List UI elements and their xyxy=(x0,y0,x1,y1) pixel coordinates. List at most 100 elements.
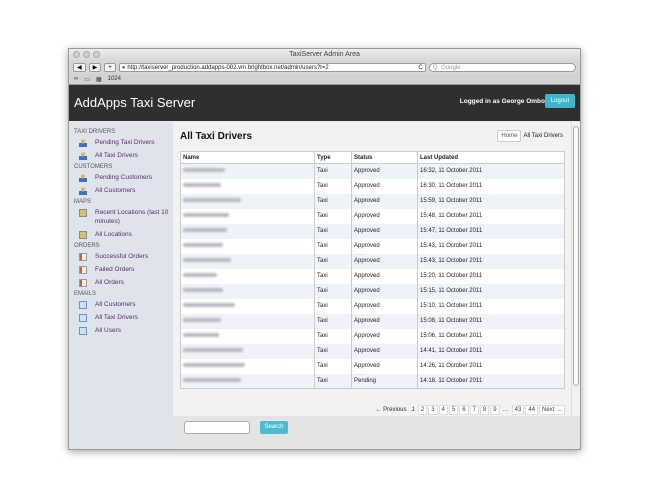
cell-status: Pending xyxy=(351,373,418,389)
cell-status: Approved xyxy=(351,208,418,224)
scrollbar-thumb[interactable] xyxy=(573,126,579,386)
table-row[interactable]: Taxi Approved 15:43, 11 October 2011 xyxy=(180,238,565,254)
table-row[interactable]: Taxi Approved 16:30, 11 October 2011 xyxy=(180,178,565,194)
map-icon xyxy=(79,209,87,217)
cell-status: Approved xyxy=(351,268,418,284)
cell-last-updated: 15:10, 11 October 2011 xyxy=(417,298,565,314)
window-controls[interactable] xyxy=(73,51,100,58)
sidebar-item[interactable]: Pending Taxi Drivers xyxy=(69,138,173,147)
table-row[interactable]: Taxi Approved 15:06, 11 October 2011 xyxy=(180,328,565,344)
sidebar-item[interactable]: All Taxi Drivers xyxy=(69,313,173,322)
page-link[interactable]: 7 xyxy=(469,405,479,415)
cell-last-updated: 15:15, 11 October 2011 xyxy=(417,283,565,299)
table-row[interactable]: Taxi Approved 15:59, 11 October 2011 xyxy=(180,193,565,209)
page-link[interactable]: 6 xyxy=(459,405,469,415)
breadcrumb-home[interactable]: Home xyxy=(497,130,522,142)
column-status[interactable]: Status xyxy=(351,151,418,164)
table-row[interactable]: Taxi Approved 14:26, 11 October 2011 xyxy=(180,358,565,374)
next-page[interactable]: Next → xyxy=(538,405,565,415)
redacted-name xyxy=(183,168,225,173)
sidebar-item[interactable]: Pending Customers xyxy=(69,173,173,182)
table-row[interactable]: Taxi Approved 15:08, 11 October 2011 xyxy=(180,313,565,329)
page-link[interactable]: 5 xyxy=(448,405,459,415)
forward-button[interactable]: ▶ xyxy=(88,63,102,72)
logout-button[interactable]: Logout xyxy=(545,94,575,108)
cell-name xyxy=(180,373,315,389)
back-button[interactable]: ◀ xyxy=(73,63,86,72)
close-button[interactable] xyxy=(73,51,80,58)
table-row[interactable]: Taxi Approved 15:15, 11 October 2011 xyxy=(180,283,565,299)
browser-search-input[interactable]: Q· Google xyxy=(428,63,576,72)
cell-status: Approved xyxy=(351,253,418,269)
cell-name xyxy=(180,223,315,239)
cell-last-updated: 14:26, 11 October 2011 xyxy=(417,358,565,374)
cell-name xyxy=(180,298,315,314)
scrollbar[interactable] xyxy=(571,122,580,416)
cell-type: Taxi xyxy=(314,268,352,284)
page-link[interactable]: 44 xyxy=(525,405,538,415)
sidebar-item[interactable]: Failed Orders xyxy=(69,265,173,274)
cell-name xyxy=(180,328,315,344)
cell-name xyxy=(180,253,315,269)
table-row[interactable]: Taxi Approved 15:43, 11 October 2011 xyxy=(180,253,565,269)
cell-name xyxy=(180,343,315,359)
cell-name xyxy=(180,238,315,254)
sidebar-item-label: All Customers xyxy=(95,301,136,308)
sidebar-item[interactable]: All Customers xyxy=(69,300,173,309)
sidebar-section-title: ORDERS xyxy=(74,243,100,249)
cell-last-updated: 15:08, 11 October 2011 xyxy=(417,313,565,329)
column-last-updated[interactable]: Last Updated xyxy=(417,151,565,164)
column-type[interactable]: Type xyxy=(314,151,352,164)
table-row[interactable]: Taxi Approved 15:47, 11 October 2011 xyxy=(180,223,565,239)
sidebar-item[interactable]: All Users xyxy=(69,326,173,335)
cell-name xyxy=(180,313,315,329)
redacted-name xyxy=(183,258,231,262)
cell-name xyxy=(180,358,315,374)
page-link[interactable]: 4 xyxy=(438,405,448,415)
sidebar-item[interactable]: All Orders xyxy=(69,278,173,287)
book-icon[interactable]: ▭ xyxy=(84,76,90,83)
sidebar-item-label: Failed Orders xyxy=(95,266,135,273)
reload-icon[interactable]: C xyxy=(418,65,422,71)
table-row[interactable]: Taxi Pending 14:18, 11 October 2011 xyxy=(180,373,565,389)
sidebar-item[interactable]: All Locations xyxy=(69,230,173,239)
address-bar[interactable]: ● http://taxiserver_production.addapps-0… xyxy=(118,63,426,72)
zoom-button[interactable] xyxy=(93,51,100,58)
grid-icon[interactable]: ▦ xyxy=(96,76,102,83)
page-link[interactable]: 8 xyxy=(479,405,490,415)
sidebar-item[interactable]: All Customers xyxy=(69,186,173,195)
table-row[interactable]: Taxi Approved 14:41, 11 October 2011 xyxy=(180,343,565,359)
bookmark-1024[interactable]: 1024 xyxy=(108,76,121,82)
cell-name xyxy=(180,163,315,179)
sidebar-item[interactable]: Recent Locations (last 10 minutes) xyxy=(69,208,173,226)
reading-glasses-icon[interactable]: ∞ xyxy=(74,76,78,82)
browser-toolbar: ◀ ▶ + ● http://taxiserver_production.add… xyxy=(69,61,580,74)
previous-page[interactable]: ← Previous xyxy=(374,406,409,414)
cell-name xyxy=(180,268,315,284)
sidebar-item[interactable]: Successful Orders xyxy=(69,252,173,261)
page-link[interactable]: 43 xyxy=(511,405,525,415)
brand-title[interactable]: AddApps Taxi Server xyxy=(74,95,195,110)
page-link[interactable]: 9 xyxy=(490,405,500,415)
main-content: All Taxi Drivers Home All Taxi Drivers N… xyxy=(173,122,571,416)
sidebar-section-title: CUSTOMERS xyxy=(74,164,113,170)
search-button[interactable]: Search xyxy=(260,421,288,434)
sidebar-item[interactable]: All Taxi Drivers xyxy=(69,151,173,160)
cell-type: Taxi xyxy=(314,313,352,329)
cell-name xyxy=(180,178,315,194)
title-bar: TaxiServer Admin Area xyxy=(69,49,580,61)
search-input[interactable] xyxy=(184,421,250,434)
cell-last-updated: 15:47, 11 October 2011 xyxy=(417,223,565,239)
mail-icon xyxy=(79,301,87,309)
table-row[interactable]: Taxi Approved 15:20, 11 October 2011 xyxy=(180,268,565,284)
minimize-button[interactable] xyxy=(83,51,90,58)
table-row[interactable]: Taxi Approved 15:48, 11 October 2011 xyxy=(180,208,565,224)
column-name[interactable]: Name xyxy=(180,151,315,164)
page-link[interactable]: 2 xyxy=(417,405,428,415)
sidebar-item-label: All Users xyxy=(95,327,122,334)
add-bookmark-button[interactable]: + xyxy=(104,63,116,72)
page-link[interactable]: 3 xyxy=(428,405,438,415)
table-row[interactable]: Taxi Approved 15:10, 11 October 2011 xyxy=(180,298,565,314)
cell-status: Approved xyxy=(351,163,418,179)
table-row[interactable]: Taxi Approved 16:32, 11 October 2011 xyxy=(180,163,565,179)
